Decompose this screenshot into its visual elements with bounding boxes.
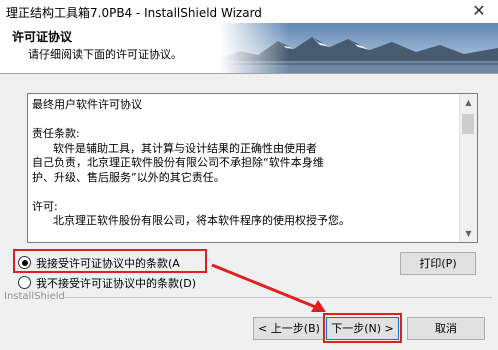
cancel-button[interactable]: 取消: [407, 317, 485, 340]
back-button[interactable]: < 上一步(B): [253, 317, 325, 340]
highlight-box-next: [323, 313, 402, 343]
red-arrow-annotation: [211, 263, 326, 312]
